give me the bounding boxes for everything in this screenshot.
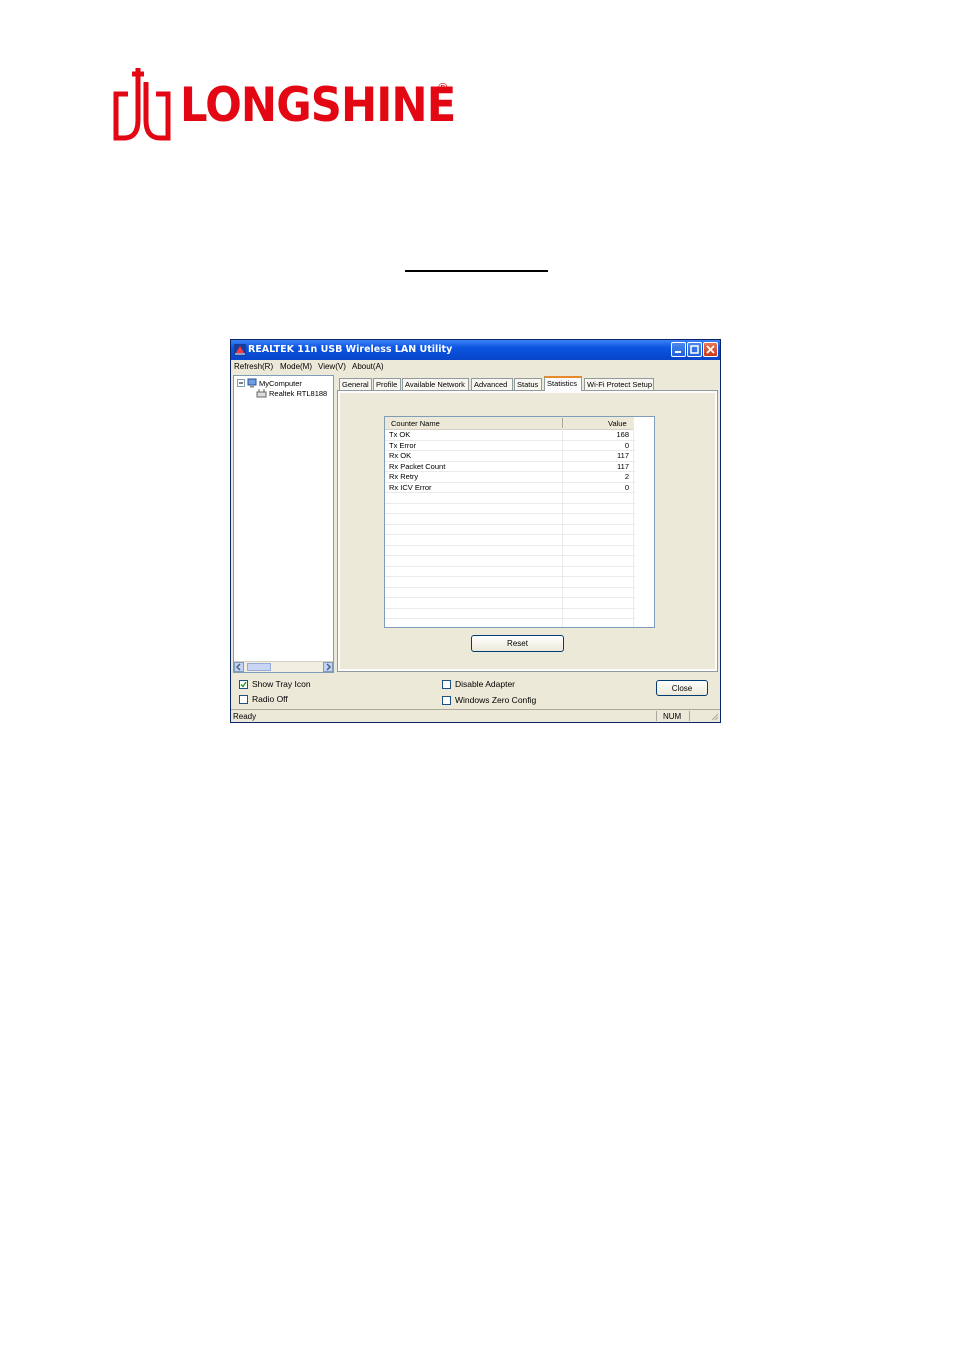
tab-available-network[interactable]: Available Network — [402, 378, 469, 390]
collapse-icon[interactable] — [237, 379, 245, 387]
table-row[interactable]: Rx OK 117 — [385, 451, 635, 462]
windows-zero-config-label: Windows Zero Config — [455, 695, 537, 705]
menu-about[interactable]: About(A) — [352, 362, 384, 371]
checkmark-icon — [240, 681, 247, 688]
column-value[interactable]: Value — [608, 419, 627, 428]
table-row — [385, 504, 635, 514]
scroll-right-button[interactable] — [323, 662, 333, 672]
table-row[interactable]: Rx Retry 2 — [385, 472, 635, 483]
close-button[interactable]: Close — [656, 680, 708, 696]
status-divider — [656, 711, 657, 721]
maximize-button[interactable] — [687, 342, 702, 357]
table-row — [385, 598, 635, 609]
radio-off-checkbox[interactable] — [239, 694, 248, 704]
counter-value-cell: 117 — [617, 461, 629, 471]
table-row — [385, 619, 635, 627]
menu-mode[interactable]: Mode(M) — [280, 362, 312, 371]
menu-view[interactable]: View(V) — [318, 362, 346, 371]
table-row — [385, 588, 635, 598]
table-row[interactable]: Tx OK 168 — [385, 430, 635, 441]
window-title: REALTEK 11n USB Wireless LAN Utility — [248, 344, 453, 355]
show-tray-icon-label: Show Tray Icon — [252, 679, 311, 689]
counter-value-cell: 117 — [617, 451, 629, 460]
registered-mark: ® — [438, 80, 448, 95]
device-tree: MyComputer Realtek RTL8188 — [233, 375, 334, 673]
tab-general[interactable]: General — [339, 378, 372, 390]
menu-refresh[interactable]: Refresh(R) — [234, 362, 273, 371]
disable-adapter-option[interactable]: Disable Adapter — [442, 679, 515, 689]
table-row — [385, 546, 635, 556]
table-row — [385, 525, 635, 535]
table-header: Counter Name Value — [385, 417, 635, 430]
close-icon — [706, 345, 715, 354]
heading-underline — [405, 270, 548, 272]
tree-item-mycomputer[interactable]: MyComputer — [237, 378, 302, 388]
tree-horizontal-scrollbar[interactable] — [234, 661, 333, 672]
longshine-emblem-icon — [113, 68, 171, 141]
minimize-icon — [675, 351, 681, 353]
utility-window: REALTEK 11n USB Wireless LAN Utility Ref… — [230, 339, 721, 723]
counter-name-cell: Rx Packet Count — [389, 461, 446, 471]
tab-status[interactable]: Status — [514, 378, 542, 390]
counter-value-cell: 168 — [616, 430, 629, 439]
statistics-table: Counter Name Value Tx OK 168 Tx Error 0 Rx O… — [384, 416, 655, 628]
radio-off-option[interactable]: Radio Off — [239, 694, 288, 704]
maximize-icon — [690, 345, 699, 354]
windows-zero-config-option[interactable]: Windows Zero Config — [442, 695, 536, 705]
num-lock-indicator: NUM — [663, 712, 682, 721]
windows-zero-config-checkbox[interactable] — [442, 695, 451, 705]
column-counter-name[interactable]: Counter Name — [391, 419, 440, 428]
table-row[interactable]: Rx ICV Error 0 — [385, 482, 635, 493]
table-row[interactable]: Rx Packet Count 117 — [385, 461, 635, 472]
scroll-left-button[interactable] — [234, 662, 244, 672]
counter-name-cell: Tx OK — [389, 430, 411, 439]
table-row — [385, 535, 635, 546]
table-row — [385, 609, 635, 619]
table-row — [385, 493, 635, 504]
tab-advanced[interactable]: Advanced — [471, 378, 513, 390]
status-text: Ready — [233, 712, 257, 721]
table-row — [385, 556, 635, 567]
scroll-thumb[interactable] — [247, 663, 271, 671]
column-divider[interactable] — [562, 418, 563, 428]
disable-adapter-checkbox[interactable] — [442, 679, 451, 689]
close-window-button[interactable] — [703, 342, 718, 357]
longshine-logo: LONGSHINE ® — [110, 64, 456, 148]
counter-name-cell: Rx ICV Error — [389, 482, 432, 492]
tree-label-adapter: Realtek RTL8188 — [269, 388, 328, 398]
table-row — [385, 577, 635, 588]
tab-wifi-protect-setup[interactable]: Wi-Fi Protect Setup — [584, 378, 654, 390]
resize-grip-icon[interactable] — [709, 711, 719, 721]
counter-name-cell: Rx OK — [389, 451, 412, 460]
show-tray-icon-checkbox[interactable] — [239, 679, 248, 689]
table-scroll-area — [633, 417, 654, 627]
brand-name: LONGSHINE — [180, 78, 456, 133]
wireless-adapter-icon — [256, 389, 267, 398]
counter-name-cell: Tx Error — [389, 440, 417, 450]
tree-item-adapter[interactable]: Realtek RTL8188 — [256, 388, 327, 398]
chevron-left-icon — [235, 663, 241, 671]
table-row — [385, 514, 635, 525]
menu-bar: Refresh(R) Mode(M) View(V) About(A) — [231, 360, 720, 373]
counter-value-cell: 2 — [624, 472, 629, 481]
table-row[interactable]: Tx Error 0 — [385, 440, 635, 451]
counter-value-cell: 0 — [624, 440, 629, 450]
title-bar[interactable]: REALTEK 11n USB Wireless LAN Utility — [231, 340, 720, 360]
reset-button[interactable]: Reset — [471, 635, 564, 652]
chevron-right-icon — [326, 663, 332, 671]
counter-value-cell: 0 — [624, 482, 629, 492]
tab-statistics[interactable]: Statistics — [544, 376, 582, 391]
network-signal-icon — [234, 344, 246, 356]
table-row — [385, 567, 635, 577]
status-divider — [689, 711, 690, 721]
minimize-button[interactable] — [671, 342, 686, 357]
disable-adapter-label: Disable Adapter — [455, 679, 516, 689]
counter-name-cell: Rx Retry — [389, 472, 419, 481]
show-tray-icon-option[interactable]: Show Tray Icon — [239, 679, 311, 689]
tree-label-mycomputer: MyComputer — [259, 378, 302, 388]
tab-profile[interactable]: Profile — [373, 378, 401, 390]
computer-icon — [247, 378, 257, 388]
radio-off-label: Radio Off — [252, 694, 288, 704]
status-bar: Ready NUM — [231, 709, 720, 722]
